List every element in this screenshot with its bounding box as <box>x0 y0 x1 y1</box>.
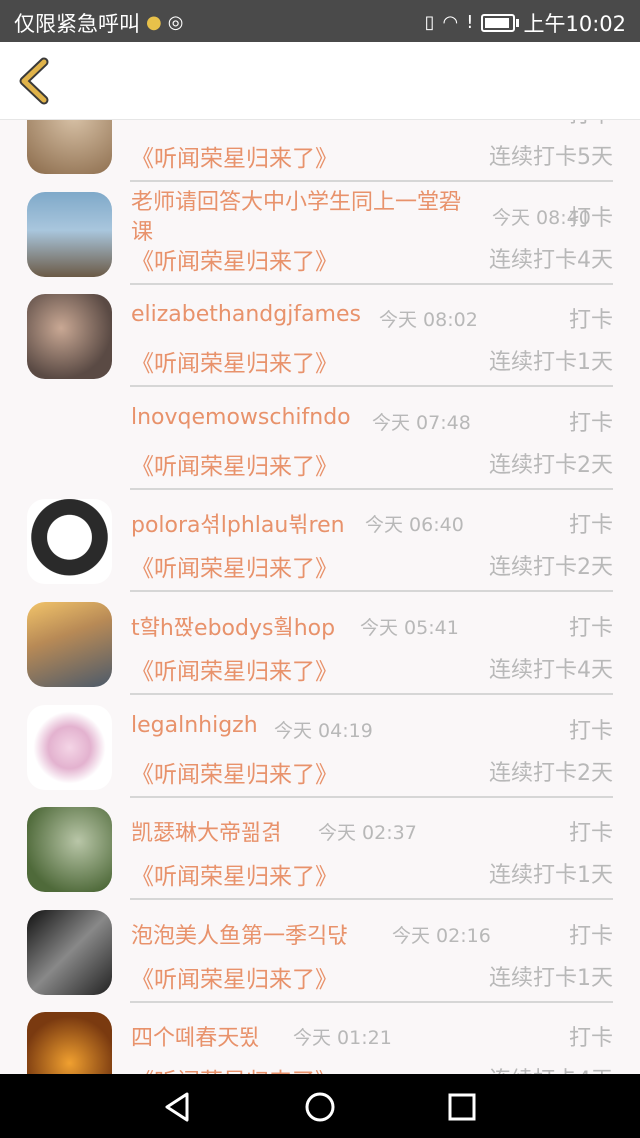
streak-count: 连续打卡5天 <box>489 145 613 170</box>
book-title[interactable]: 《听闻荣星归来了》 <box>131 960 338 994</box>
nav-recents-button[interactable] <box>445 1090 479 1124</box>
list-item[interactable]: 老师请回答大中小学生同上一堂䂬课 今天 08:40 打卡 《听闻荣星归来了》 连续打卡4… <box>0 170 640 285</box>
checkin-time: 今天 01:21 <box>293 1027 392 1050</box>
status-right: ▯ ◠ ! 上午10:02 <box>425 8 626 38</box>
wifi-icon: ◠ <box>442 12 459 33</box>
streak-count: 连续打卡2天 <box>489 555 613 581</box>
streak-count: 连续打卡4天 <box>489 657 613 683</box>
list-item[interactable]: lnovqemowschifndo 今天 07:48 打卡《听闻荣星归来了》 连续打卡… <box>0 375 640 490</box>
avatar[interactable] <box>27 191 112 277</box>
wechat-icon: ◎ <box>167 12 184 33</box>
streak-count: 连续打卡1天 <box>489 965 613 991</box>
checkin-time: 今天 02:16 <box>392 924 491 947</box>
user-name[interactable]: t햨h짡ebodys훸hop <box>131 610 335 642</box>
nav-home-button[interactable] <box>303 1090 337 1124</box>
book-title[interactable]: 《听闻荣星归来了》 <box>131 139 338 173</box>
avatar[interactable] <box>27 807 112 893</box>
checkin-time: 今天 07:48 <box>372 411 471 434</box>
streak-count: 连续打卡2天 <box>489 452 613 478</box>
list-item[interactable]: 四个뗴春天뙸 今天 01:21 打卡《听闻荣星归来了》 连续打卡4天 <box>0 990 640 1074</box>
user-name[interactable]: 凯瑟琳大帝꾊겱 <box>131 815 281 847</box>
checkin-time: 今天 06:40 <box>365 514 464 537</box>
list-item[interactable]: elizabethandgjfames 今天 08:02 打卡《听闻荣星归来了》 连续… <box>0 272 640 388</box>
checkin-label: 打卡 <box>568 308 613 334</box>
list-item[interactable]: 泡泡美人鱼第一季긱댟 今天 02:16 打卡《听闻荣星归来了》 连续打卡1天 <box>0 888 640 1003</box>
avatar[interactable] <box>27 1012 112 1074</box>
avatar[interactable] <box>27 119 112 174</box>
checkin-list[interactable]: 打卡《听闻荣星归来了》连续打卡5天老师请回答大中小学生同上一堂䂬课今天 08:4… <box>0 119 640 1074</box>
carrier-text: 仅限紧急呼叫 <box>14 12 140 36</box>
streak-count: 连续打卡1天 <box>489 350 613 376</box>
avatar[interactable] <box>27 601 112 687</box>
status-bar: 仅限紧急呼叫 ● ◎ ▯ ◠ ! 上午10:02 <box>0 0 640 42</box>
status-left: 仅限紧急呼叫 ● ◎ <box>14 8 183 38</box>
status-time: 上午10:02 <box>523 12 626 36</box>
triangle-back-icon <box>165 1092 189 1122</box>
header-bar <box>0 42 640 120</box>
square-recents-icon <box>448 1093 476 1121</box>
book-title[interactable]: 《听闻荣星归来了》 <box>131 549 338 583</box>
checkin-label: 打卡 <box>568 718 613 744</box>
checkin-label: 打卡 <box>568 1026 613 1052</box>
bulb-icon: ● <box>146 12 162 33</box>
streak-count: 连续打卡1天 <box>489 863 613 889</box>
list-item[interactable]: 打卡《听闻荣星归来了》 连续打卡5天 <box>0 119 640 182</box>
circle-home-icon <box>305 1092 335 1122</box>
back-button[interactable] <box>14 56 58 106</box>
checkin-label: 打卡 <box>568 615 613 641</box>
checkin-label: 打卡 <box>568 513 613 539</box>
chevron-left-icon <box>19 57 49 105</box>
checkin-label: 打卡 <box>568 205 613 231</box>
user-name[interactable]: polora셖lphlau뷖ren <box>131 507 345 539</box>
book-title[interactable]: 《听闻荣星归来了》 <box>131 857 338 891</box>
list-item[interactable]: t햨h짡ebodys훸hop 今天 05:41 打卡《听闻荣星归来了》 连续打卡4天 <box>0 580 640 695</box>
user-name[interactable]: 四个뗴春天뙸 <box>131 1020 259 1052</box>
checkin-time: 今天 08:02 <box>379 309 478 332</box>
user-name[interactable]: legalnhigzh <box>131 713 258 738</box>
list-item[interactable]: 凯瑟琳大帝꾊겱 今天 02:37 打卡《听闻荣星归来了》 连续打卡1天 <box>0 785 640 901</box>
book-title[interactable]: 《听闻荣星归来了》 <box>131 1062 338 1074</box>
avatar[interactable] <box>27 499 112 585</box>
avatar[interactable] <box>27 704 112 790</box>
user-name[interactable]: lnovqemowschifndo <box>131 405 351 430</box>
user-name[interactable]: 老师请回答大中小学生同上一堂䂬课 <box>131 188 461 248</box>
user-name[interactable]: elizabethandgjfames <box>131 302 361 327</box>
alert-icon: ! <box>466 12 474 33</box>
list-item[interactable]: legalnhigzh 今天 04:19 打卡《听闻荣星归来了》 连续打卡2天 <box>0 683 640 798</box>
avatar[interactable] <box>27 294 112 380</box>
streak-count: 连续打卡4天 <box>489 247 613 273</box>
navigation-bar <box>0 1074 640 1138</box>
checkin-label: 打卡 <box>568 923 613 949</box>
nav-back-button[interactable] <box>161 1090 195 1124</box>
checkin-time: 今天 02:37 <box>318 822 417 845</box>
streak-count: 连续打卡2天 <box>489 760 613 786</box>
vibrate-icon: ▯ <box>424 12 435 33</box>
book-title[interactable]: 《听闻荣星归来了》 <box>131 652 338 686</box>
checkin-label: 打卡 <box>568 410 613 436</box>
book-title[interactable]: 《听闻荣星归来了》 <box>131 755 338 789</box>
book-title[interactable]: 《听闻荣星归来了》 <box>131 242 338 276</box>
list-item[interactable]: polora셖lphlau뷖ren 今天 06:40 打卡《听闻荣星归来了》 连续打卡… <box>0 477 640 593</box>
book-title[interactable]: 《听闻荣星归来了》 <box>131 447 338 481</box>
battery-icon <box>481 14 520 32</box>
streak-count: 连续打卡4天 <box>489 1062 613 1074</box>
checkin-time: 今天 04:19 <box>274 719 373 742</box>
checkin-label: 打卡 <box>568 821 613 847</box>
book-title[interactable]: 《听闻荣星归来了》 <box>131 344 338 378</box>
avatar[interactable] <box>27 909 112 995</box>
checkin-label: 打卡 <box>569 119 613 129</box>
checkin-time: 今天 05:41 <box>360 616 459 639</box>
user-name[interactable]: 泡泡美人鱼第一季긱댟 <box>131 918 347 950</box>
